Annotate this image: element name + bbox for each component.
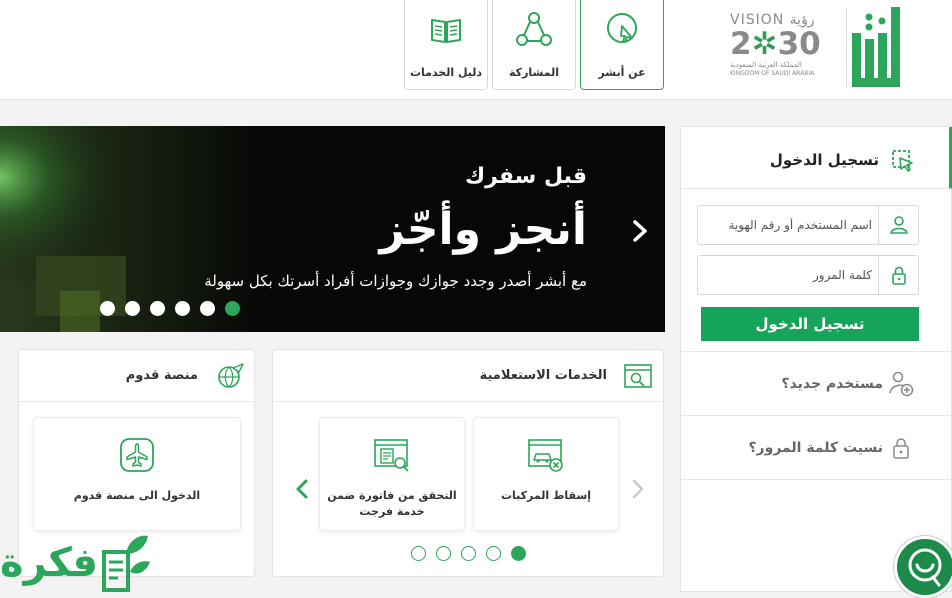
airplane-icon <box>120 438 154 472</box>
hero-description: مع أبشر أصدر وجدد جوازك وجوازات أفراد أس… <box>204 272 587 290</box>
password-input[interactable] <box>704 265 872 285</box>
chevron-right-icon[interactable] <box>629 478 647 500</box>
vision-2030-logo: VISION رؤية 2✲30 المملكة العربية السعودي… <box>730 12 842 90</box>
vision-year: 2✲30 <box>730 28 842 60</box>
arrival-title: منصة قدوم <box>125 368 198 383</box>
hero-slider[interactable]: قبل سفرك أنجز وأجّز مع أبشر أصدر وجدد جو… <box>0 126 665 332</box>
login-title: تسجيل الدخول <box>769 151 879 169</box>
service-label-line: خدمة فرجت <box>359 505 425 518</box>
vision-year-part: 30 <box>777 26 821 62</box>
chevron-left-icon[interactable] <box>293 478 311 500</box>
nav-about-absher[interactable]: عن أبشر <box>580 0 664 90</box>
car-remove-icon <box>528 439 563 472</box>
vision-sub-ar: المملكة العربية السعودية <box>730 61 802 69</box>
inquiry-title: الخدمات الاستعلامية <box>479 368 607 383</box>
book-leaf-icon <box>102 535 150 592</box>
hero-next-arrow-icon[interactable] <box>628 218 650 244</box>
absher-logo[interactable] <box>846 2 910 90</box>
login-pointer-icon <box>892 150 913 172</box>
service-card-invoice-check[interactable]: التحقق من فاتورة ضمن خدمة فرجت <box>319 417 465 531</box>
service-label: إسقاط المركبات <box>500 489 592 502</box>
forgot-password-link[interactable]: نسيت كلمة المرور؟ <box>681 415 952 479</box>
cursor-click-icon <box>607 13 637 43</box>
panel-header: منصة قدوم <box>19 350 254 402</box>
lock-icon <box>878 256 918 294</box>
slide-dot[interactable] <box>200 301 215 316</box>
absher-logo-icon <box>852 7 900 87</box>
vision-year-part: 2 <box>730 26 752 62</box>
page-dot[interactable] <box>436 546 451 561</box>
nav-label: المشاركة <box>509 66 559 79</box>
site-header: VISION رؤية 2✲30 المملكة العربية السعودي… <box>0 0 952 100</box>
vision-sub-en: KINGDOM OF SAUDI ARABIA <box>730 70 815 77</box>
page-dot[interactable] <box>486 546 501 561</box>
user-icon <box>878 206 918 244</box>
slide-dot-active[interactable] <box>225 301 240 316</box>
new-user-label: مستخدم جديد؟ <box>781 376 883 392</box>
nav-services-guide[interactable]: دليل الخدمات <box>404 0 488 90</box>
slide-dot[interactable] <box>150 301 165 316</box>
service-label-line: التحقق من فاتورة ضمن <box>327 489 457 502</box>
slide-dot[interactable] <box>125 301 140 316</box>
nav-participation[interactable]: المشاركة <box>492 0 576 90</box>
panel-header: الخدمات الاستعلامية <box>273 350 663 402</box>
page-dot[interactable] <box>411 546 426 561</box>
hero-title: أنجز وأجّز <box>379 204 587 255</box>
inquiry-pagination <box>411 546 526 561</box>
fikra-watermark: فكرة <box>0 532 152 592</box>
hero-pagination <box>100 301 240 316</box>
chat-support-button[interactable] <box>894 536 952 598</box>
slide-dot[interactable] <box>100 301 115 316</box>
inquiry-services-panel: الخدمات الاستعلامية إسقاط المركبات التحق… <box>272 349 664 577</box>
nav-label: عن أبشر <box>598 66 646 79</box>
watermark-text: فكرة <box>0 540 98 586</box>
username-input[interactable] <box>704 215 872 235</box>
login-header: تسجيل الدخول <box>681 127 952 189</box>
login-button[interactable]: تسجيل الدخول <box>701 307 919 341</box>
palm-emblem-icon: ✲ <box>751 26 778 62</box>
login-card: تسجيل الدخول تسجيل الدخول مستخد <box>680 126 952 592</box>
add-user-icon <box>889 371 914 397</box>
forgot-password-label: نسيت كلمة المرور؟ <box>748 440 883 456</box>
service-label: الدخول الى منصة قدوم <box>73 489 201 502</box>
service-label: التحقق من فاتورة ضمن خدمة فرجت <box>327 488 456 520</box>
nav-label: دليل الخدمات <box>409 66 483 79</box>
page-dot[interactable] <box>461 546 476 561</box>
chat-smile-icon <box>908 548 942 587</box>
service-card-vehicle-drop[interactable]: إسقاط المركبات <box>473 417 619 531</box>
invoice-search-icon <box>374 439 409 472</box>
password-field[interactable] <box>697 255 919 295</box>
service-card-arrival-login[interactable]: الدخول الى منصة قدوم <box>33 417 241 531</box>
padlock-icon <box>893 438 909 459</box>
share-network-icon <box>516 12 552 46</box>
logo-divider <box>846 8 847 88</box>
open-book-icon <box>431 19 461 43</box>
globe-airplane-icon <box>218 363 244 388</box>
search-window-icon <box>624 364 652 388</box>
slide-dot[interactable] <box>175 301 190 316</box>
username-field[interactable] <box>697 205 919 245</box>
new-user-link[interactable]: مستخدم جديد؟ <box>681 351 952 415</box>
page-dot-active[interactable] <box>511 546 526 561</box>
hero-subtitle: قبل سفرك <box>465 164 587 189</box>
